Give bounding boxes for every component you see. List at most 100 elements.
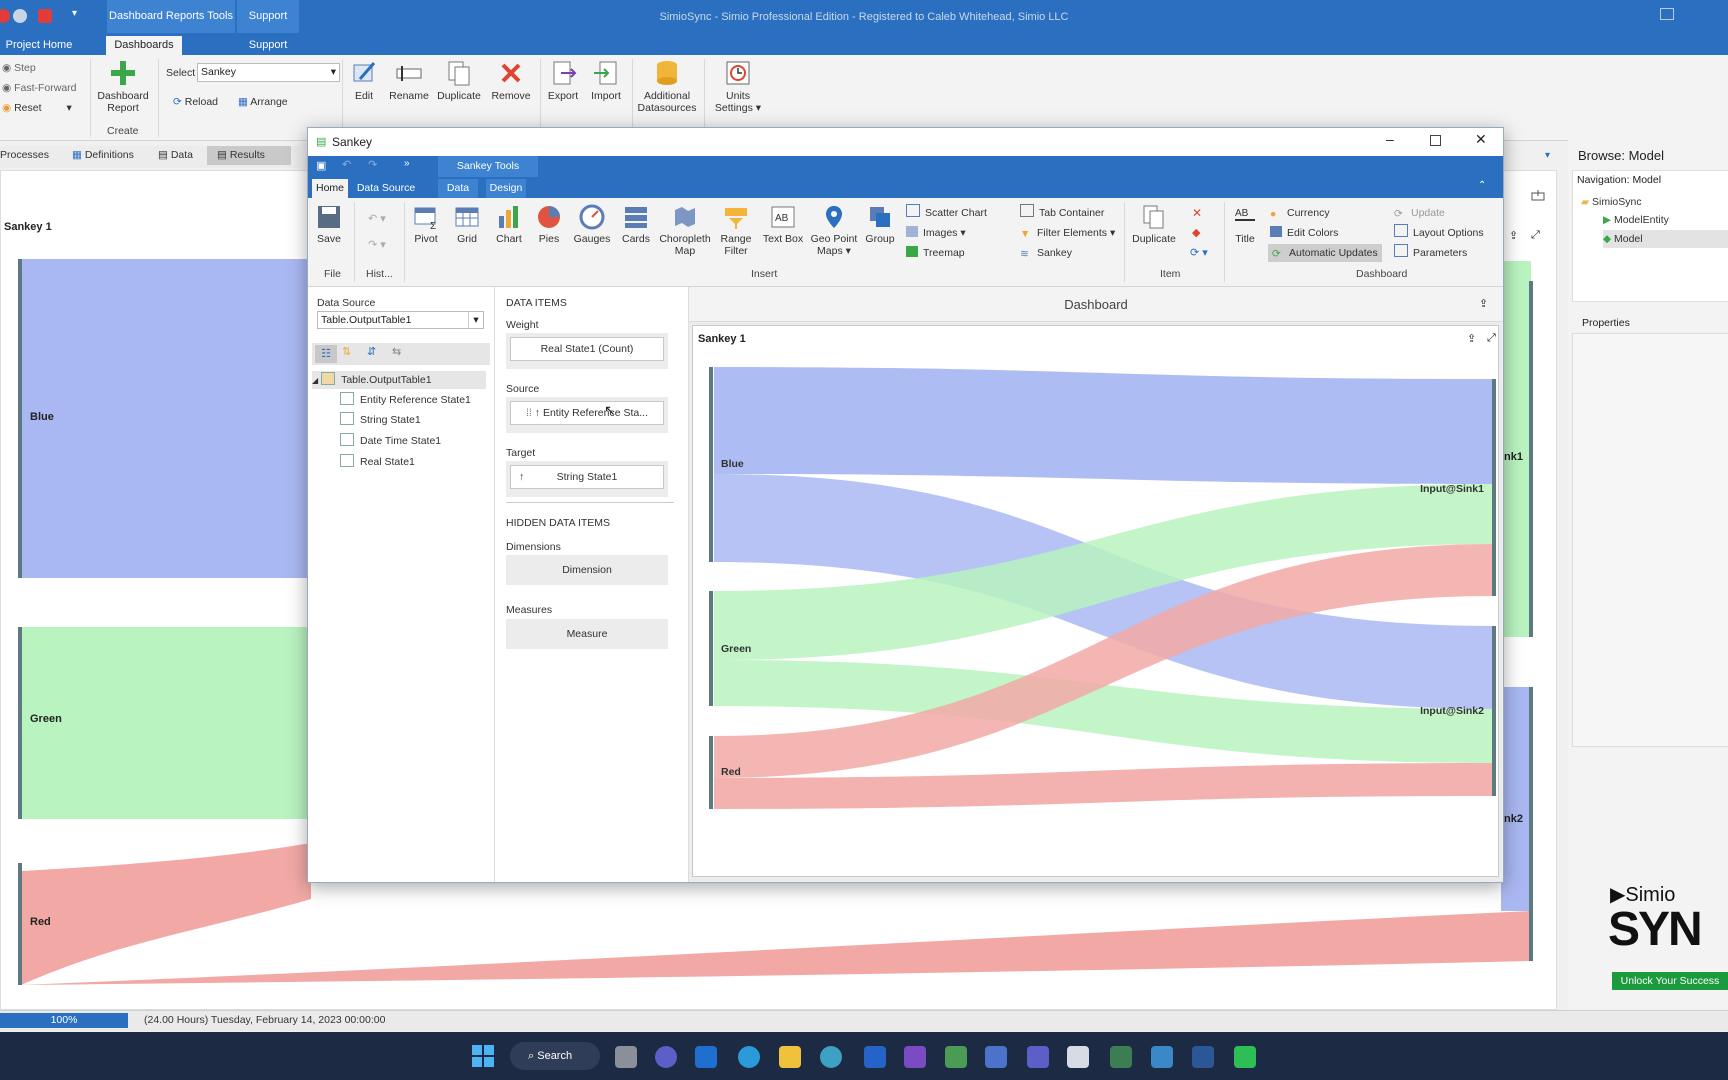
edit-button[interactable]: Edit [346, 59, 382, 102]
insert-choropleth-map-button[interactable]: Choropleth Map [658, 204, 712, 257]
tree-model[interactable]: ◆ Model [1603, 230, 1728, 248]
dialog-tab-home[interactable]: Home [312, 179, 348, 198]
insert-group-button[interactable]: Group [862, 204, 898, 245]
insert-text-box-button[interactable]: AB Text Box [760, 204, 806, 245]
dashboard-report-button[interactable]: Dashboard Report [94, 59, 152, 114]
visual-studio-icon[interactable] [904, 1046, 926, 1068]
edge-icon[interactable] [738, 1046, 760, 1068]
todo-icon[interactable] [864, 1046, 886, 1068]
insert-grid-button[interactable]: Grid [448, 204, 486, 245]
taskbar-search-button[interactable]: ⌕ Search [510, 1042, 600, 1070]
refresh-fields-icon[interactable]: ⇆ [392, 345, 401, 358]
tree-modelentity[interactable]: ▶ ModelEntity [1603, 211, 1669, 229]
arrange-button[interactable]: ▦ Arrange [238, 96, 288, 108]
source-data-item[interactable]: ⁞⁞ ↑ Entity Reference Sta... [510, 401, 664, 425]
tab-project-home[interactable]: Project Home [0, 36, 78, 55]
field-date-time-state1[interactable]: Date Time State1 [340, 432, 441, 450]
group-fields-icon[interactable]: ☷ [315, 345, 337, 363]
panel-dropdown-icon[interactable]: ▾ [1545, 150, 1550, 161]
insert-cards-button[interactable]: Cards [616, 204, 656, 245]
delete-item-icon[interactable]: ✕ [1192, 206, 1202, 220]
insert-images-button[interactable]: Images ▾ [906, 224, 966, 242]
dialog-tab-data[interactable]: Data [438, 179, 478, 198]
task-view-icon[interactable] [615, 1046, 637, 1068]
title-button[interactable]: AB Title [1228, 204, 1262, 245]
customize-icon[interactable]: » [404, 158, 410, 169]
subtab-processes[interactable]: Processes [0, 149, 49, 161]
teams-icon[interactable] [1027, 1046, 1049, 1068]
insert-scatter-chart-button[interactable]: Scatter Chart [906, 204, 987, 222]
insert-geo-point-maps-button[interactable]: Geo Point Maps ▾ [808, 204, 860, 257]
dialog-tab-design[interactable]: Design [486, 179, 526, 198]
subtab-definitions[interactable]: ▦ Definitions [72, 149, 134, 161]
file-explorer-icon[interactable] [779, 1046, 801, 1068]
insert-filter-elements-button[interactable]: ▼ Filter Elements ▾ [1020, 224, 1115, 242]
browser-icon[interactable] [820, 1046, 842, 1068]
additional-datasources-button[interactable]: Additional Datasources [636, 59, 698, 114]
insert-tab-container-button[interactable]: Tab Container [1020, 204, 1104, 222]
chat-icon[interactable] [655, 1046, 677, 1068]
app-icon-2[interactable] [985, 1046, 1007, 1068]
sort-descending-icon[interactable]: ⇵ [367, 345, 376, 358]
fast-forward-button[interactable]: ◉ Fast-Forward [2, 82, 77, 94]
tree-simiosync[interactable]: ▰ SimioSync [1581, 193, 1642, 211]
insert-gauges-button[interactable]: Gauges [570, 204, 614, 245]
subtab-data[interactable]: ▤ Data [158, 149, 193, 161]
app-icon-1[interactable] [945, 1046, 967, 1068]
tab-support[interactable]: Support [237, 36, 299, 55]
item-duplicate-button[interactable]: Duplicate [1130, 204, 1178, 245]
minimize-icon[interactable]: – [1386, 131, 1394, 147]
redo-icon[interactable]: ↷ [368, 158, 377, 171]
word-icon[interactable] [1192, 1046, 1214, 1068]
app-icon-3[interactable] [1151, 1046, 1173, 1068]
redo-button-icon[interactable]: ↷ ▾ [368, 238, 386, 251]
close-icon[interactable]: ✕ [1475, 131, 1487, 148]
export-icon[interactable]: ⇪ [1479, 297, 1488, 310]
sort-ascending-icon[interactable]: ⇅ [342, 345, 351, 358]
insert-pies-button[interactable]: Pies [530, 204, 568, 245]
layout-options-button[interactable]: Layout Options [1394, 224, 1484, 242]
export-panel-icon[interactable]: ⇪ [1509, 229, 1518, 242]
import-button[interactable]: Import [586, 59, 626, 102]
clear-item-icon[interactable]: ◆ [1192, 226, 1200, 239]
export-button[interactable]: Export [544, 59, 582, 102]
reset-button[interactable]: ◉ Reset ▾ [2, 102, 72, 114]
insert-pivot-button[interactable]: Σ Pivot [406, 204, 446, 245]
step-button[interactable]: ◉ Step [2, 62, 36, 74]
undo-button-icon[interactable]: ↶ ▾ [368, 212, 386, 225]
remove-button[interactable]: Remove [488, 59, 534, 102]
splitter-handle[interactable] [1572, 306, 1728, 308]
export-to-icon[interactable] [1531, 189, 1545, 201]
measure-drop-target[interactable]: Measure [506, 619, 668, 649]
duplicate-button[interactable]: Duplicate [434, 59, 484, 102]
edit-colors-button[interactable]: Edit Colors [1270, 224, 1338, 242]
maximize-icon[interactable] [1430, 135, 1441, 146]
currency-button[interactable]: ● Currency [1270, 204, 1330, 222]
restore-window-icon[interactable] [1660, 8, 1674, 20]
collapse-ribbon-icon[interactable]: ⌃ [1478, 180, 1486, 191]
parameters-button[interactable]: Parameters [1394, 244, 1467, 262]
rename-button[interactable]: Rename [386, 59, 432, 102]
windows-start-icon[interactable] [472, 1045, 494, 1067]
reload-button[interactable]: ⟳ Reload [173, 96, 218, 108]
save-button[interactable]: Save [314, 204, 344, 245]
notepad-icon[interactable] [1067, 1046, 1089, 1068]
maximize-panel-icon[interactable]: ⤢ [1531, 229, 1540, 242]
insert-sankey-button[interactable]: ≋ Sankey [1020, 244, 1072, 262]
automatic-updates-toggle[interactable]: ⟳ Automatic Updates [1268, 244, 1382, 262]
convert-item-icon[interactable]: ⟳ ▾ [1190, 246, 1208, 259]
insert-chart-button[interactable]: Chart [490, 204, 528, 245]
subtab-results[interactable]: ▤ Results [207, 146, 291, 165]
insert-range-filter-button[interactable]: Range Filter [714, 204, 758, 257]
field-string-state1[interactable]: String State1 [340, 411, 421, 429]
simio-taskbar-icon[interactable] [1110, 1046, 1132, 1068]
save-icon[interactable]: ▣ [316, 159, 326, 172]
field-entity-reference-state1[interactable]: Entity Reference State1 [340, 391, 471, 409]
sankey-item[interactable]: Sankey 1 ⇪ ⤢ Blue Green Red Input@Sink1 [692, 325, 1499, 877]
undo-icon[interactable]: ↶ [342, 158, 351, 171]
field-real-state1[interactable]: Real State1 [340, 453, 415, 471]
dialog-tab-data-source[interactable]: Data Source [354, 179, 418, 198]
outlook-icon[interactable] [695, 1046, 717, 1068]
dimension-drop-target[interactable]: Dimension [506, 555, 668, 585]
tab-dashboards[interactable]: Dashboards [106, 36, 182, 55]
